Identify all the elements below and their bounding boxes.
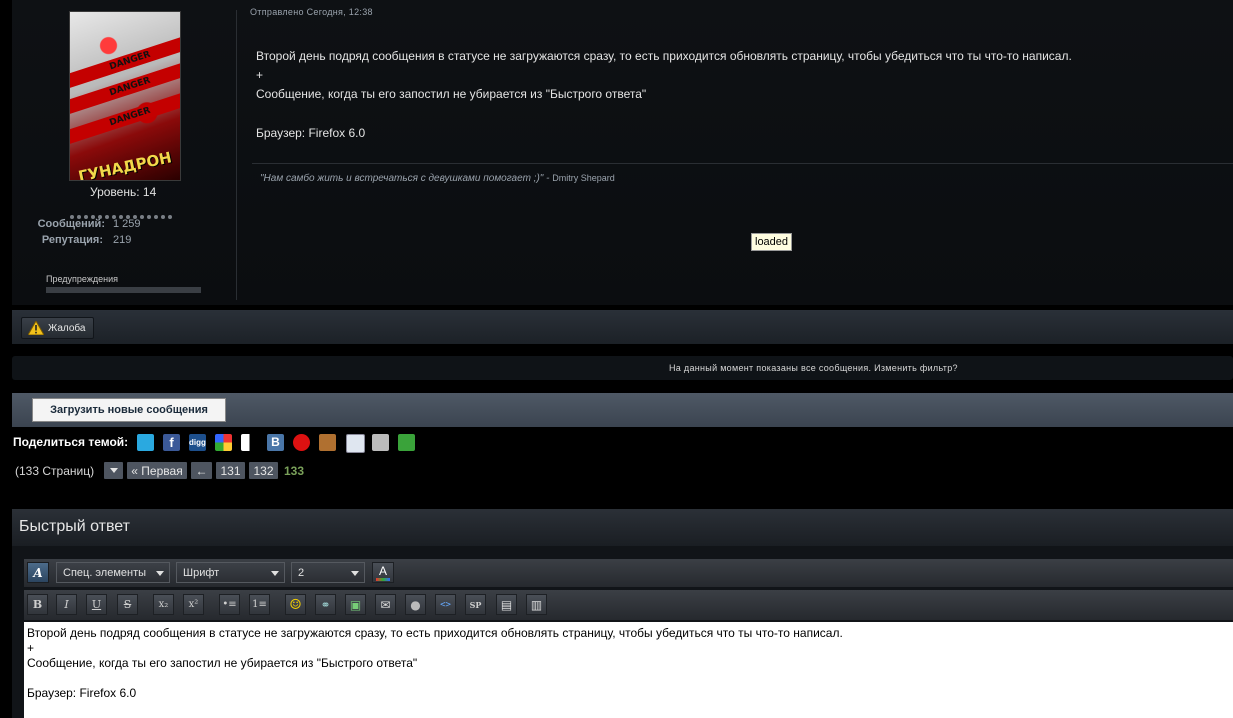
- email-insert-icon[interactable]: ✉: [375, 594, 396, 615]
- posts-count-value: 1 259: [113, 218, 141, 230]
- reply-textarea[interactable]: Второй день подряд сообщения в статусе н…: [24, 622, 1233, 718]
- size-select[interactable]: 2: [291, 562, 365, 583]
- report-button-label: Жалоба: [48, 322, 86, 334]
- media-icon[interactable]: ▤: [496, 594, 517, 615]
- emoticon-icon[interactable]: ☺: [285, 594, 306, 615]
- myspace-icon[interactable]: [293, 434, 310, 451]
- share-label: Поделиться темой:: [13, 435, 129, 449]
- signature-quote: "Нам самбо жить и встречаться с девушкам…: [260, 173, 550, 184]
- post-date: Отправлено Сегодня, 12:38: [250, 7, 373, 17]
- digg-icon[interactable]: digg: [189, 434, 206, 451]
- chevron-down-icon: [109, 468, 118, 473]
- bold-button[interactable]: B: [27, 594, 48, 615]
- subscript-button[interactable]: x₂: [153, 594, 174, 615]
- filter-bar: [12, 356, 1233, 380]
- reply-text-line: Сообщение, когда ты его запостил не убир…: [27, 656, 418, 670]
- first-page-button[interactable]: « Первая: [127, 462, 187, 479]
- quick-reply-title: Быстрый ответ: [19, 518, 130, 535]
- reply-text-line: Второй день подряд сообщения в статусе н…: [27, 626, 843, 640]
- size-select-value: 2: [298, 566, 305, 579]
- delicious-icon[interactable]: [241, 434, 258, 451]
- user-level: Уровень: 14: [90, 185, 157, 199]
- mail-agent-icon[interactable]: [319, 434, 336, 451]
- spoiler-button[interactable]: SP: [465, 594, 486, 615]
- reply-text-line: Браузер: Firefox 6.0: [27, 686, 137, 700]
- print-icon[interactable]: [372, 434, 389, 451]
- superscript-button[interactable]: x²: [183, 594, 204, 615]
- page-131-button[interactable]: 131: [216, 462, 245, 479]
- chevron-down-icon: [271, 571, 279, 576]
- current-page: 133: [284, 464, 305, 478]
- chevron-down-icon: [351, 571, 359, 576]
- code-icon[interactable]: <>: [435, 594, 456, 615]
- avatar-caption: ГУНАДРОН: [76, 148, 174, 181]
- post-container: [12, 0, 1233, 305]
- prev-page-button[interactable]: ←: [191, 462, 212, 479]
- post-divider: [236, 10, 237, 300]
- underline-button[interactable]: U: [86, 594, 107, 615]
- download-icon[interactable]: [398, 434, 415, 451]
- warnings-label: Предупреждения: [46, 274, 118, 284]
- report-button[interactable]: Жалоба: [21, 317, 95, 339]
- chevron-down-icon: [156, 571, 164, 576]
- link-icon[interactable]: ⚭: [315, 594, 336, 615]
- post-text-line: Сообщение, когда ты его запостил не убир…: [256, 87, 647, 101]
- quote-icon[interactable]: ●: [405, 594, 426, 615]
- loaded-tooltip: loaded: [751, 233, 793, 251]
- reply-text-line: +: [27, 641, 35, 655]
- font-select[interactable]: Шрифт: [176, 562, 285, 583]
- special-elements-value: Спец. элементы: [63, 566, 147, 579]
- filter-link[interactable]: На данный момент показаны все сообщения.…: [669, 363, 958, 373]
- quick-reply-header: [12, 509, 1233, 546]
- remove-format-icon[interactable]: A: [27, 562, 49, 583]
- email-icon[interactable]: [346, 434, 365, 453]
- warnings-bar: [46, 287, 201, 293]
- font-select-value: Шрифт: [183, 566, 220, 579]
- post-action-bar: [12, 310, 1233, 344]
- page-132-button[interactable]: 132: [249, 462, 278, 479]
- italic-button[interactable]: I: [56, 594, 77, 615]
- vkontakte-icon[interactable]: B: [267, 434, 284, 451]
- reputation-label: Репутация:: [41, 234, 103, 246]
- page-count: (133 Страниц): [15, 464, 95, 478]
- facebook-icon[interactable]: f: [163, 434, 180, 451]
- signature-author: Dmitry Shepard: [552, 173, 615, 183]
- special-elements-select[interactable]: Спец. элементы: [56, 562, 170, 583]
- post-text-line: +: [256, 68, 264, 82]
- signature-divider: [252, 163, 1233, 164]
- image-icon[interactable]: ▣: [345, 594, 366, 615]
- page-jump-dropdown[interactable]: [104, 462, 123, 479]
- signature: "Нам самбо жить и встречаться с девушкам…: [260, 173, 615, 184]
- table-icon[interactable]: ▥: [526, 594, 547, 615]
- warning-icon: [28, 321, 44, 335]
- bullet-list-button[interactable]: •≡: [219, 594, 240, 615]
- google-icon[interactable]: [215, 434, 232, 451]
- user-avatar[interactable]: DANGER DANGER DANGER ГУНАДРОН: [69, 11, 181, 181]
- load-new-posts-button[interactable]: Загрузить новые сообщения: [32, 398, 226, 422]
- strikethrough-button[interactable]: S: [117, 594, 138, 615]
- post-text-line: Второй день подряд сообщения в статусе н…: [256, 49, 1072, 63]
- post-text-line: Браузер: Firefox 6.0: [256, 126, 366, 140]
- twitter-icon[interactable]: [137, 434, 154, 451]
- editor-toolbar-bottom: [24, 590, 1233, 620]
- posts-count-label: Сообщений:: [37, 218, 105, 230]
- reputation-value: 219: [113, 234, 132, 246]
- numbered-list-button[interactable]: 1≡: [249, 594, 270, 615]
- font-color-icon[interactable]: A: [372, 562, 394, 583]
